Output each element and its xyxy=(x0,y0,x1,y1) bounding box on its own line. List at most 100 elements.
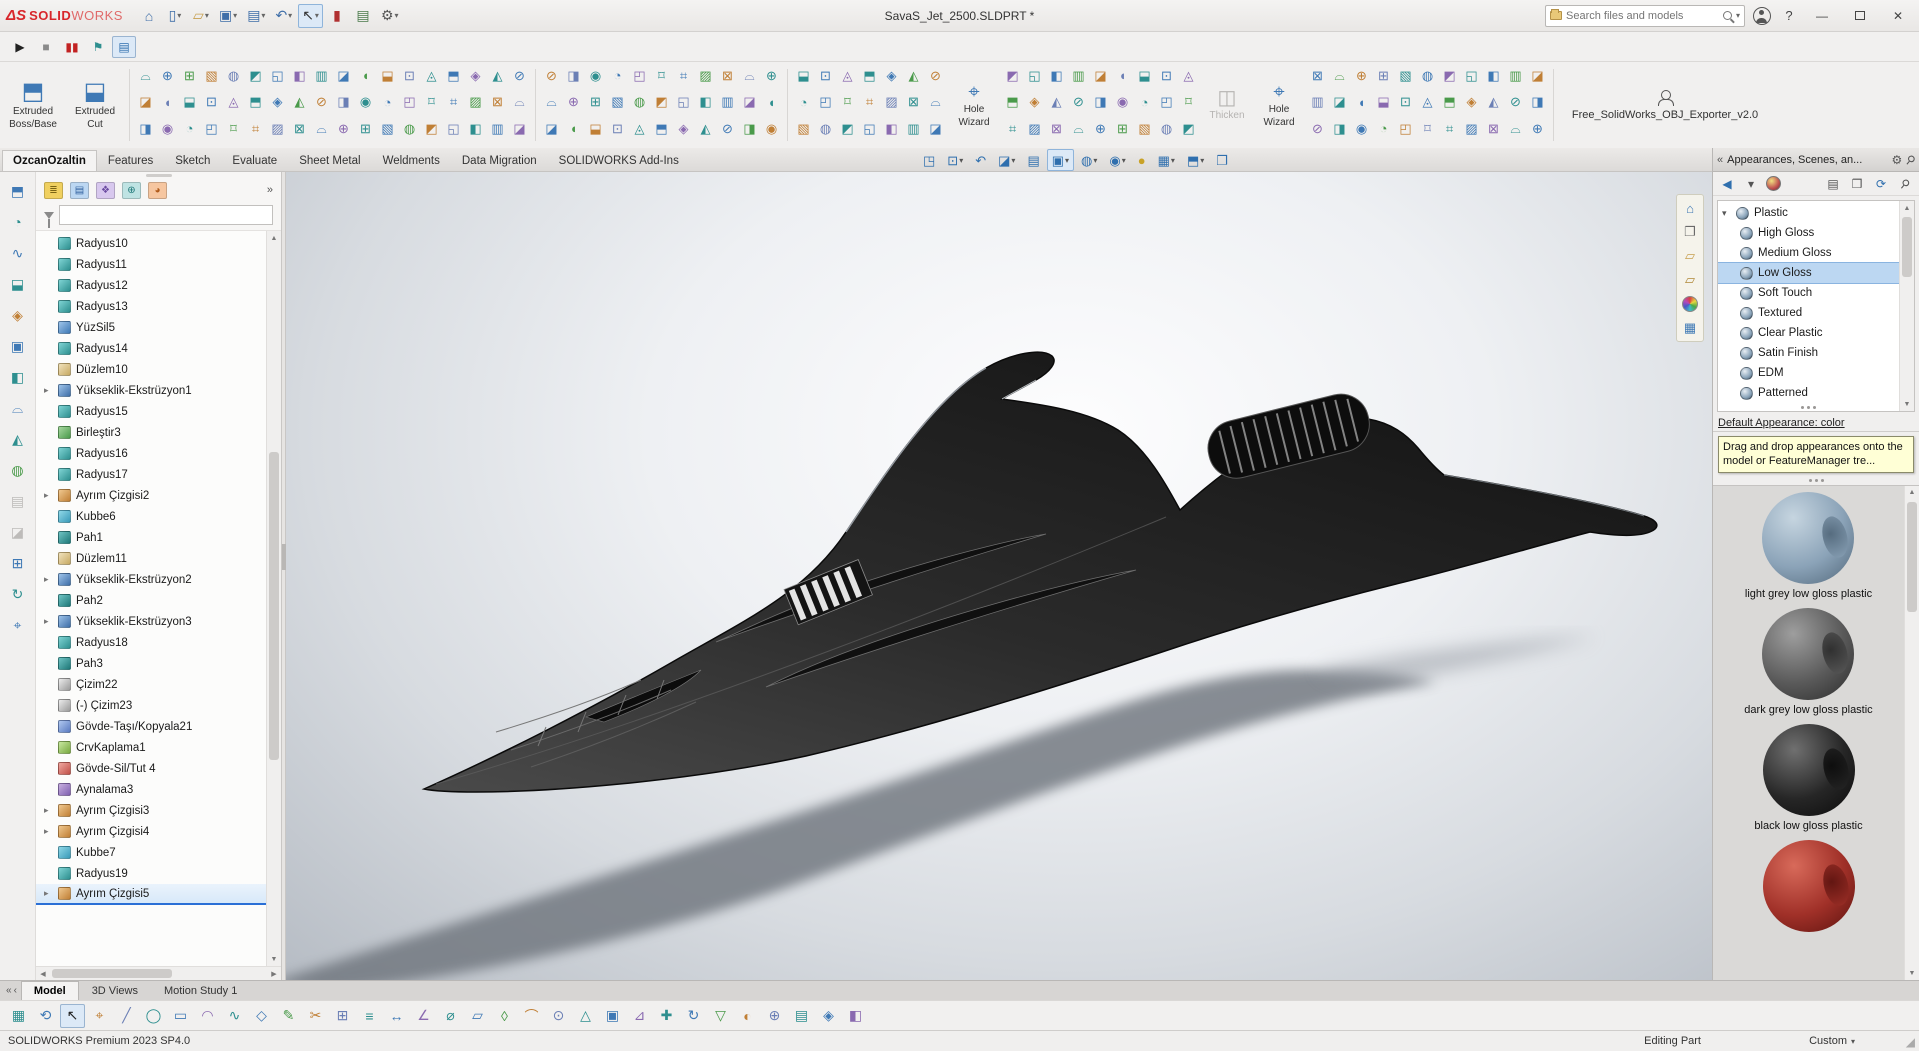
scroll-up-icon[interactable]: ▲ xyxy=(267,231,281,245)
ribbon-tool-icon[interactable]: ◍ xyxy=(629,92,650,113)
tree-item[interactable]: ▸ Kubbe6 xyxy=(36,506,266,527)
feature-tool-icon[interactable]: ▤ xyxy=(6,490,30,512)
ribbon-tool-icon[interactable]: ◖ xyxy=(157,92,178,113)
ribbon-tool-icon[interactable]: ◭ xyxy=(695,118,716,139)
sketch-tool-icon[interactable]: ⊞ xyxy=(330,1004,355,1028)
appearance-swatch[interactable]: dark grey low gloss plastic xyxy=(1744,608,1872,716)
ribbon-tool-icon[interactable]: ⬒ xyxy=(859,65,880,86)
first-tab-icon[interactable]: « xyxy=(6,985,12,996)
appearance-ball-icon[interactable] xyxy=(1766,176,1781,191)
search-input[interactable] xyxy=(1566,10,1719,22)
ribbon-tool-icon[interactable]: ▥ xyxy=(1307,92,1328,113)
ribbon-tool-icon[interactable]: ◨ xyxy=(135,118,156,139)
ribbon-tool-icon[interactable]: ⊡ xyxy=(1395,92,1416,113)
scroll-up-icon[interactable]: ▲ xyxy=(1900,201,1914,215)
expand-arrow-icon[interactable]: ▸ xyxy=(44,826,53,837)
ribbon-tool-icon[interactable]: ⌑ xyxy=(1178,92,1199,113)
ribbon-tool-icon[interactable]: ◈ xyxy=(881,65,902,86)
sketch-tool-icon[interactable]: ≡ xyxy=(357,1004,382,1028)
ribbon-tool-icon[interactable]: ⌓ xyxy=(135,65,156,86)
ribbon-tool-icon[interactable]: ◈ xyxy=(673,118,694,139)
pin-icon[interactable]: ⚲ xyxy=(1903,151,1919,167)
tree-item[interactable]: ▸ Radyus17 xyxy=(36,464,266,485)
search-dropdown-icon[interactable]: ▾ xyxy=(1736,11,1740,20)
view-orientation-icon[interactable]: ▣ ▾ xyxy=(1047,149,1074,171)
ribbon-tool-icon[interactable]: ◰ xyxy=(629,65,650,86)
ribbon-tool-icon[interactable]: ⬒ xyxy=(443,65,464,86)
ribbon-tool-icon[interactable]: ◬ xyxy=(1417,92,1438,113)
appearance-swatch[interactable]: light grey low gloss plastic xyxy=(1745,492,1872,600)
appearance-category[interactable]: High Gloss xyxy=(1718,223,1899,243)
ribbon-tool-icon[interactable]: ▥ xyxy=(311,65,332,86)
edit-appearance-icon[interactable]: ● ▾ xyxy=(1133,149,1151,171)
feature-tool-icon[interactable]: ◔ xyxy=(6,211,30,233)
ribbon-tool-icon[interactable]: ⊡ xyxy=(815,65,836,86)
tree-item[interactable]: ▸ Ayrım Çizgisi2 xyxy=(36,485,266,506)
gear-icon[interactable]: ⚙ xyxy=(1891,153,1902,167)
macro-flag-icon[interactable]: ⚑ xyxy=(86,36,110,58)
ribbon-tool-icon[interactable]: ⬓ xyxy=(1134,65,1155,86)
feature-tool-icon[interactable]: ◭ xyxy=(6,428,30,450)
document-tab[interactable]: 3D Views xyxy=(79,981,151,1000)
ribbon-tool-icon[interactable]: ◩ xyxy=(421,118,442,139)
camera-view-icon[interactable]: ❐ ▾ xyxy=(1211,149,1233,171)
sketch-tool-icon[interactable]: ✎ xyxy=(276,1004,301,1028)
annotation-views-icon[interactable]: ▤ ▾ xyxy=(1022,149,1044,171)
appearance-category[interactable]: Patterned xyxy=(1718,383,1899,403)
feature-tool-icon[interactable]: ⬒ xyxy=(6,180,30,202)
tree-filter-input[interactable] xyxy=(59,205,273,225)
search-icon[interactable] xyxy=(1723,11,1732,20)
ribbon-tool-icon[interactable]: ◱ xyxy=(443,118,464,139)
hole-wizard-button-2[interactable]: ⌖ Hole Wizard xyxy=(1255,65,1303,145)
ribbon-tool-icon[interactable]: ◨ xyxy=(1090,92,1111,113)
tree-item[interactable]: ▸ Düzlem10 xyxy=(36,359,266,380)
sketch-tool-icon[interactable]: ⌀ xyxy=(438,1004,463,1028)
appearance-category[interactable]: Soft Touch xyxy=(1718,283,1899,303)
appearances-scrollbar[interactable]: ▲ ▼ xyxy=(1899,201,1914,411)
extruded-cut-button[interactable]: ⬓ Extruded Cut xyxy=(66,65,124,145)
sketch-tool-icon[interactable]: ⊙ xyxy=(546,1004,571,1028)
apply-scene-icon[interactable]: ▦ ▾ xyxy=(1153,149,1180,171)
command-tab[interactable]: Weldments xyxy=(372,150,451,171)
ribbon-tool-icon[interactable]: ◖ xyxy=(1351,92,1372,113)
sketch-tool-icon[interactable]: ▦ xyxy=(6,1004,31,1028)
view-settings-icon[interactable]: ⬒ ▾ xyxy=(1182,149,1209,171)
command-tab[interactable]: OzcanOzaltin xyxy=(2,150,97,171)
ribbon-tool-icon[interactable]: ⌗ xyxy=(245,118,266,139)
ribbon-tool-icon[interactable]: ⬒ xyxy=(1439,92,1460,113)
sketch-tool-icon[interactable]: ◧ xyxy=(843,1004,868,1028)
sketch-tool-icon[interactable]: ▽ xyxy=(708,1004,733,1028)
tree-item[interactable]: ▸ CrvKaplama1 xyxy=(36,737,266,758)
close-button[interactable]: ✕ xyxy=(1883,4,1913,28)
ribbon-tool-icon[interactable]: ▧ xyxy=(793,118,814,139)
feature-tool-icon[interactable]: ⌖ xyxy=(6,614,30,636)
ribbon-tool-icon[interactable]: ◍ xyxy=(399,118,420,139)
ribbon-tool-icon[interactable]: ◧ xyxy=(695,92,716,113)
configuration-manager-icon[interactable]: ❖ xyxy=(96,182,115,199)
ribbon-tool-icon[interactable]: ◪ xyxy=(1527,65,1548,86)
sketch-tool-icon[interactable]: ◊ xyxy=(492,1004,517,1028)
previous-view-icon[interactable]: ↶ ▾ xyxy=(970,149,991,171)
ribbon-tool-icon[interactable]: ◧ xyxy=(1483,65,1504,86)
sketch-tool-icon[interactable]: △ xyxy=(573,1004,598,1028)
ribbon-tool-icon[interactable]: ⌗ xyxy=(859,92,880,113)
section-view-icon[interactable]: ◪ ▾ xyxy=(993,149,1020,171)
ribbon-tool-icon[interactable]: ◍ xyxy=(815,118,836,139)
refresh-icon[interactable]: ⟳ xyxy=(1872,175,1890,193)
tree-horizontal-scrollbar[interactable]: ◀ ▶ xyxy=(36,966,281,980)
ribbon-tool-icon[interactable]: ⌑ xyxy=(1417,118,1438,139)
ribbon-tool-icon[interactable]: ⊡ xyxy=(201,92,222,113)
ribbon-tool-icon[interactable]: ⊡ xyxy=(399,65,420,86)
ribbon-tool-icon[interactable]: ⬓ xyxy=(377,65,398,86)
scroll-down-icon[interactable]: ▼ xyxy=(1900,397,1914,411)
tree-item[interactable]: ▸ Radyus12 xyxy=(36,275,266,296)
ribbon-tool-icon[interactable]: ◰ xyxy=(201,118,222,139)
sketch-tool-icon[interactable]: ✂ xyxy=(303,1004,328,1028)
tree-item[interactable]: ▸ Aynalama3 xyxy=(36,779,266,800)
tree-item[interactable]: ▸ Gövde-Taşı/Kopyala21 xyxy=(36,716,266,737)
color-wheel-icon[interactable] xyxy=(1681,296,1699,312)
tree-item[interactable]: ▸ Pah1 xyxy=(36,527,266,548)
sketch-tool-icon[interactable]: ▭ xyxy=(168,1004,193,1028)
ribbon-tool-icon[interactable]: ◪ xyxy=(1329,92,1350,113)
appearance-category[interactable]: Satin Finish xyxy=(1718,343,1899,363)
